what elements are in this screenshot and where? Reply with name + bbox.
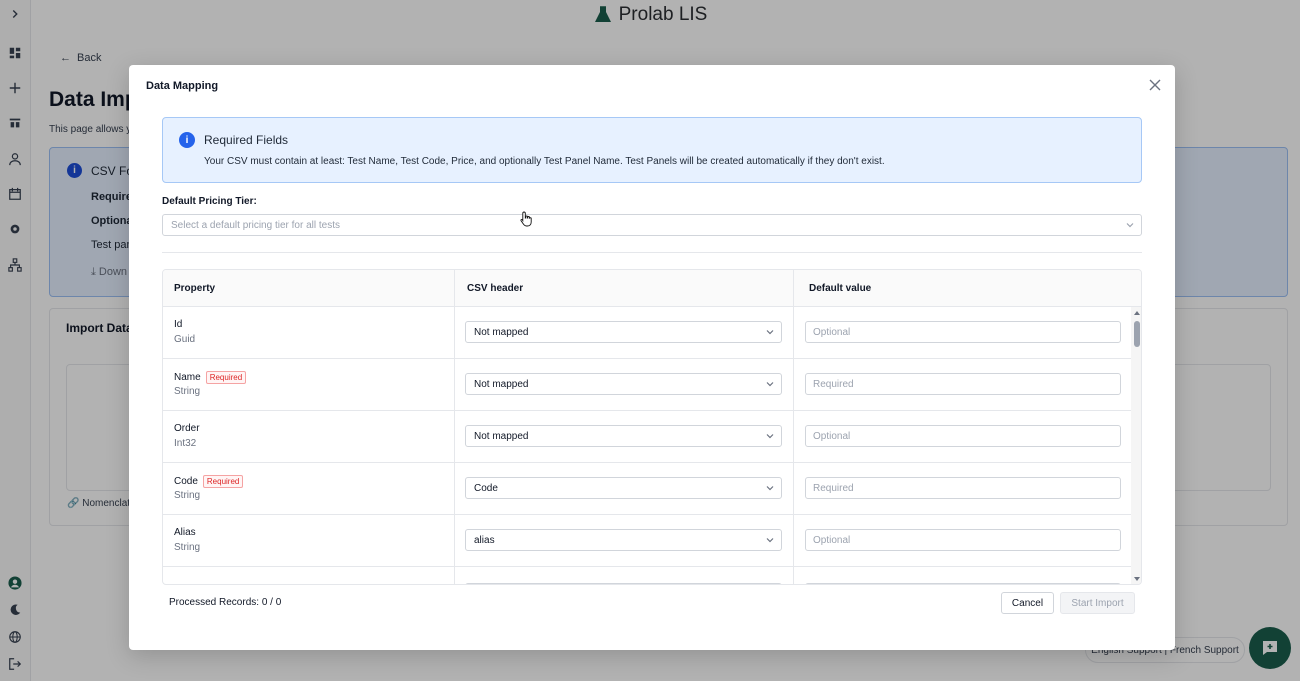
default-value-input[interactable] [805,583,1121,584]
default-value-input[interactable]: Optional [805,529,1121,551]
required-fields-alert: i Required Fields Your CSV must contain … [162,117,1142,183]
header-default: Default value [809,283,872,294]
csv-header-select[interactable]: Not mapped [465,425,782,447]
chevron-down-icon [766,486,774,491]
pricing-tier-select[interactable]: Select a default pricing tier for all te… [162,214,1142,236]
scroll-up-icon[interactable] [1134,310,1140,316]
table-row: Id Guid Not mapped Optional [163,307,1131,359]
default-value-input[interactable]: Required [805,477,1121,499]
property-label: Order [174,423,200,434]
table-header: Property CSV header Default value [163,270,1141,307]
csv-header-select[interactable]: Code [465,477,782,499]
default-value-placeholder: Required [813,378,854,390]
alert-message: Your CSV must contain at least: Test Nam… [204,156,885,167]
property-name: Id [174,319,182,330]
table-body[interactable]: Id Guid Not mapped Optional Name Required… [163,307,1131,584]
property-label: Code [174,476,198,487]
chevron-down-icon [766,330,774,335]
property-label: Id [174,319,183,330]
hand-cursor-icon [520,211,532,227]
property-type: Int32 [174,438,197,449]
property-name: Alias [174,527,196,538]
chevron-down-icon [766,382,774,387]
default-value-placeholder: Optional [813,534,851,546]
cancel-button[interactable]: Cancel [1001,592,1054,614]
property-name: Code Required [174,475,244,488]
processed-records: Processed Records: 0 / 0 [169,597,282,608]
table-row [163,567,1131,584]
table-row: Order Int32 Not mapped Optional [163,411,1131,463]
property-name: Name Required [174,371,247,384]
table-row: Alias String alias Optional [163,515,1131,567]
mapping-table: Property CSV header Default value Id Gui… [162,269,1142,585]
alert-title: Required Fields [204,133,289,147]
property-label: Name [174,372,201,383]
dialog-title: Data Mapping [146,80,219,92]
data-mapping-dialog: Data Mapping i Required Fields Your CSV … [129,65,1175,650]
info-icon: i [179,132,195,148]
close-icon[interactable] [1147,77,1163,93]
default-value-placeholder: Required [813,482,854,494]
csv-header-value: Not mapped [474,326,529,338]
scroll-down-icon[interactable] [1134,576,1140,582]
chevron-down-icon [1126,223,1134,228]
pricing-tier-placeholder: Select a default pricing tier for all te… [171,219,340,231]
required-badge: Required [202,475,244,488]
csv-header-select[interactable]: alias [465,529,782,551]
required-badge: Required [205,371,247,384]
table-scrollbar[interactable] [1131,307,1141,584]
chevron-down-icon [766,538,774,543]
csv-header-select[interactable]: Not mapped [465,321,782,343]
csv-header-value: Not mapped [474,378,529,390]
default-value-input[interactable]: Optional [805,425,1121,447]
header-csv: CSV header [467,283,524,294]
property-name: Order [174,423,200,434]
header-property: Property [174,283,216,294]
property-type: String [174,490,201,501]
csv-header-value: alias [474,534,495,546]
property-label: Alias [174,527,196,538]
scroll-thumb[interactable] [1134,321,1140,347]
csv-header-value: Not mapped [474,430,529,442]
csv-header-select[interactable] [465,583,782,584]
csv-header-select[interactable]: Not mapped [465,373,782,395]
property-type: String [174,386,201,397]
table-row: Name Required String Not mapped Required [163,359,1131,411]
default-value-placeholder: Optional [813,430,851,442]
default-value-placeholder: Optional [813,326,851,338]
csv-header-value: Code [474,482,498,494]
default-value-input[interactable]: Optional [805,321,1121,343]
property-type: String [174,542,201,553]
chevron-down-icon [766,434,774,439]
divider [162,252,1142,253]
property-type: Guid [174,334,196,345]
table-row: Code Required String Code Required [163,463,1131,515]
default-value-input[interactable]: Required [805,373,1121,395]
pricing-tier-label: Default Pricing Tier: [162,196,257,207]
start-import-button[interactable]: Start Import [1060,592,1135,614]
